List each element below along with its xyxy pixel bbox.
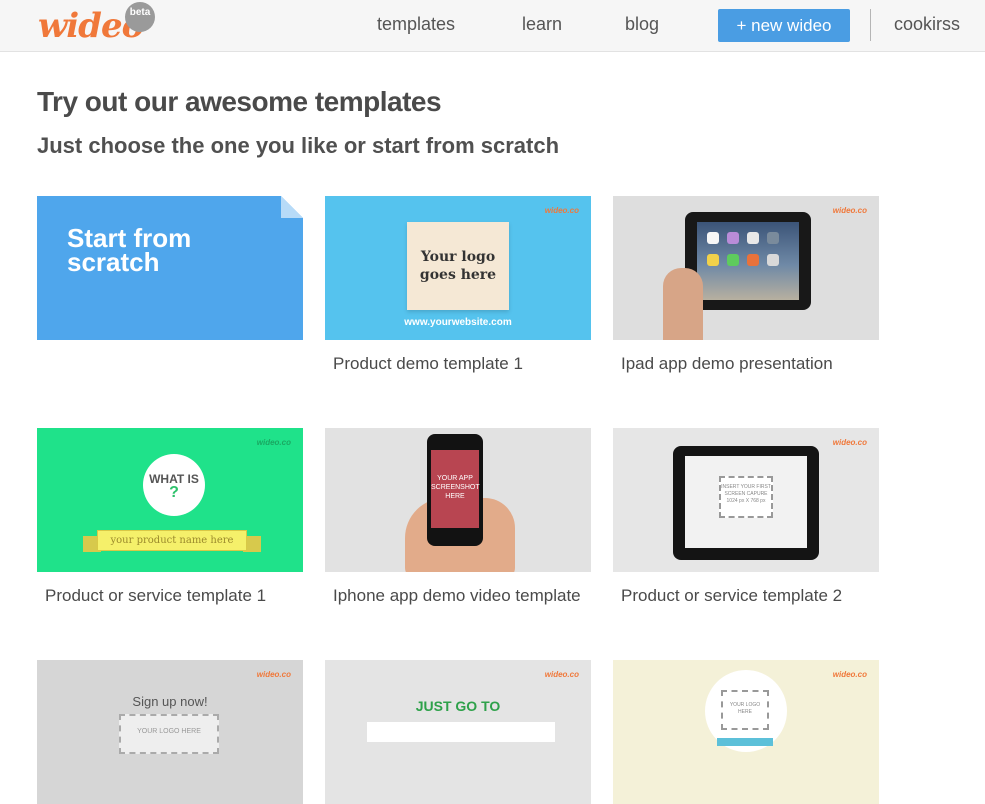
product-name-ribbon: your product name here [97,530,247,551]
page-fold-icon [281,196,303,218]
template-title[interactable]: Product or service template 2 [621,586,879,606]
template-thumbnail[interactable]: Start from scratch [37,196,303,340]
template-card-signup[interactable]: wideo.co Sign up now! YOUR LOGO HERE [37,660,303,804]
app-icon [747,254,759,266]
screen-capture-text: INSERT YOUR FIRST SCREEN CAPURE [721,484,771,497]
logo-placeholder: YOUR LOGO HERE [721,690,769,730]
url-bar [367,722,555,742]
logo-placeholder: Your logo goes here [407,222,509,310]
just-go-to-text: JUST GO TO [415,698,501,714]
template-card-product-service-2[interactable]: wideo.co INSERT YOUR FIRST SCREEN CAPURE… [613,428,879,606]
template-title[interactable]: Product demo template 1 [333,354,591,374]
blue-band [717,738,773,746]
template-title[interactable]: Product or service template 1 [45,586,303,606]
tablet-screen [697,222,799,300]
hand-image [663,268,703,340]
nav-divider [870,9,871,41]
app-icon [747,232,759,244]
template-title[interactable]: Ipad app demo presentation [621,354,879,374]
template-card-product-service-1[interactable]: wideo.co WHAT IS ? your product name her… [37,428,303,606]
page-title: Try out our awesome templates [37,86,442,117]
top-nav-bar: wideo beta templates learn blog + new wi… [0,0,985,52]
template-thumbnail[interactable]: wideo.co YOUR LOGO HERE [613,660,879,804]
template-card-just-go-to[interactable]: wideo.co JUST GO TO [325,660,591,804]
screen-capture-size: 1024 px X 768 px [726,498,766,504]
wideo-watermark: wideo.co [832,670,867,679]
user-menu[interactable]: cookirss [894,14,960,35]
template-thumbnail[interactable]: wideo.co JUST GO TO [325,660,591,804]
app-icon [707,232,719,244]
logo-placeholder: YOUR LOGO HERE [119,714,219,754]
app-icon [707,254,719,266]
wideo-watermark: wideo.co [832,206,867,215]
template-thumbnail[interactable]: wideo.co INSERT YOUR FIRST SCREEN CAPURE… [613,428,879,572]
app-screenshot-placeholder: YOUR APP SCREENSHOT HERE [431,450,480,528]
app-icon [767,254,779,266]
wideo-watermark: wideo.co [256,438,291,447]
template-thumbnail[interactable]: wideo.co Your logo goes here www.yourweb… [325,196,591,340]
start-from-scratch-text: Start from scratch [67,223,192,277]
template-thumbnail[interactable]: YOUR APP SCREENSHOT HERE [325,428,591,572]
template-thumbnail[interactable]: wideo.co [613,196,879,340]
template-card-logo-burst[interactable]: wideo.co YOUR LOGO HERE [613,660,879,804]
template-thumbnail[interactable]: wideo.co Sign up now! YOUR LOGO HERE [37,660,303,804]
app-icon [727,232,739,244]
wideo-watermark: wideo.co [256,670,291,679]
nav-templates[interactable]: templates [377,14,455,35]
app-icon [727,254,739,266]
signup-text: Sign up now! [132,694,208,709]
wideo-watermark: wideo.co [832,438,867,447]
template-card-ipad-app-demo[interactable]: wideo.co Ipad app demo presentation [613,196,879,374]
screen-capture-placeholder: INSERT YOUR FIRST SCREEN CAPURE 1024 px … [719,476,773,518]
app-icon [767,232,779,244]
question-mark-icon: ? [169,484,179,501]
template-card-iphone-app-demo[interactable]: YOUR APP SCREENSHOT HERE Iphone app demo… [325,428,591,606]
wideo-watermark: wideo.co [544,670,579,679]
what-is-circle: WHAT IS ? [143,454,205,516]
template-card-start-from-scratch[interactable]: Start from scratch [37,196,303,340]
new-wideo-button[interactable]: + new wideo [718,9,850,42]
nav-blog[interactable]: blog [625,14,659,35]
template-card-product-demo-1[interactable]: wideo.co Your logo goes here www.yourweb… [325,196,591,374]
template-thumbnail[interactable]: wideo.co WHAT IS ? your product name her… [37,428,303,572]
page-subtitle: Just choose the one you like or start fr… [37,133,560,158]
wideo-watermark: wideo.co [544,206,579,215]
nav-learn[interactable]: learn [522,14,562,35]
beta-badge: beta [125,2,155,32]
template-title[interactable]: Iphone app demo video template [333,586,591,606]
website-placeholder: www.yourwebsite.com [404,317,512,328]
